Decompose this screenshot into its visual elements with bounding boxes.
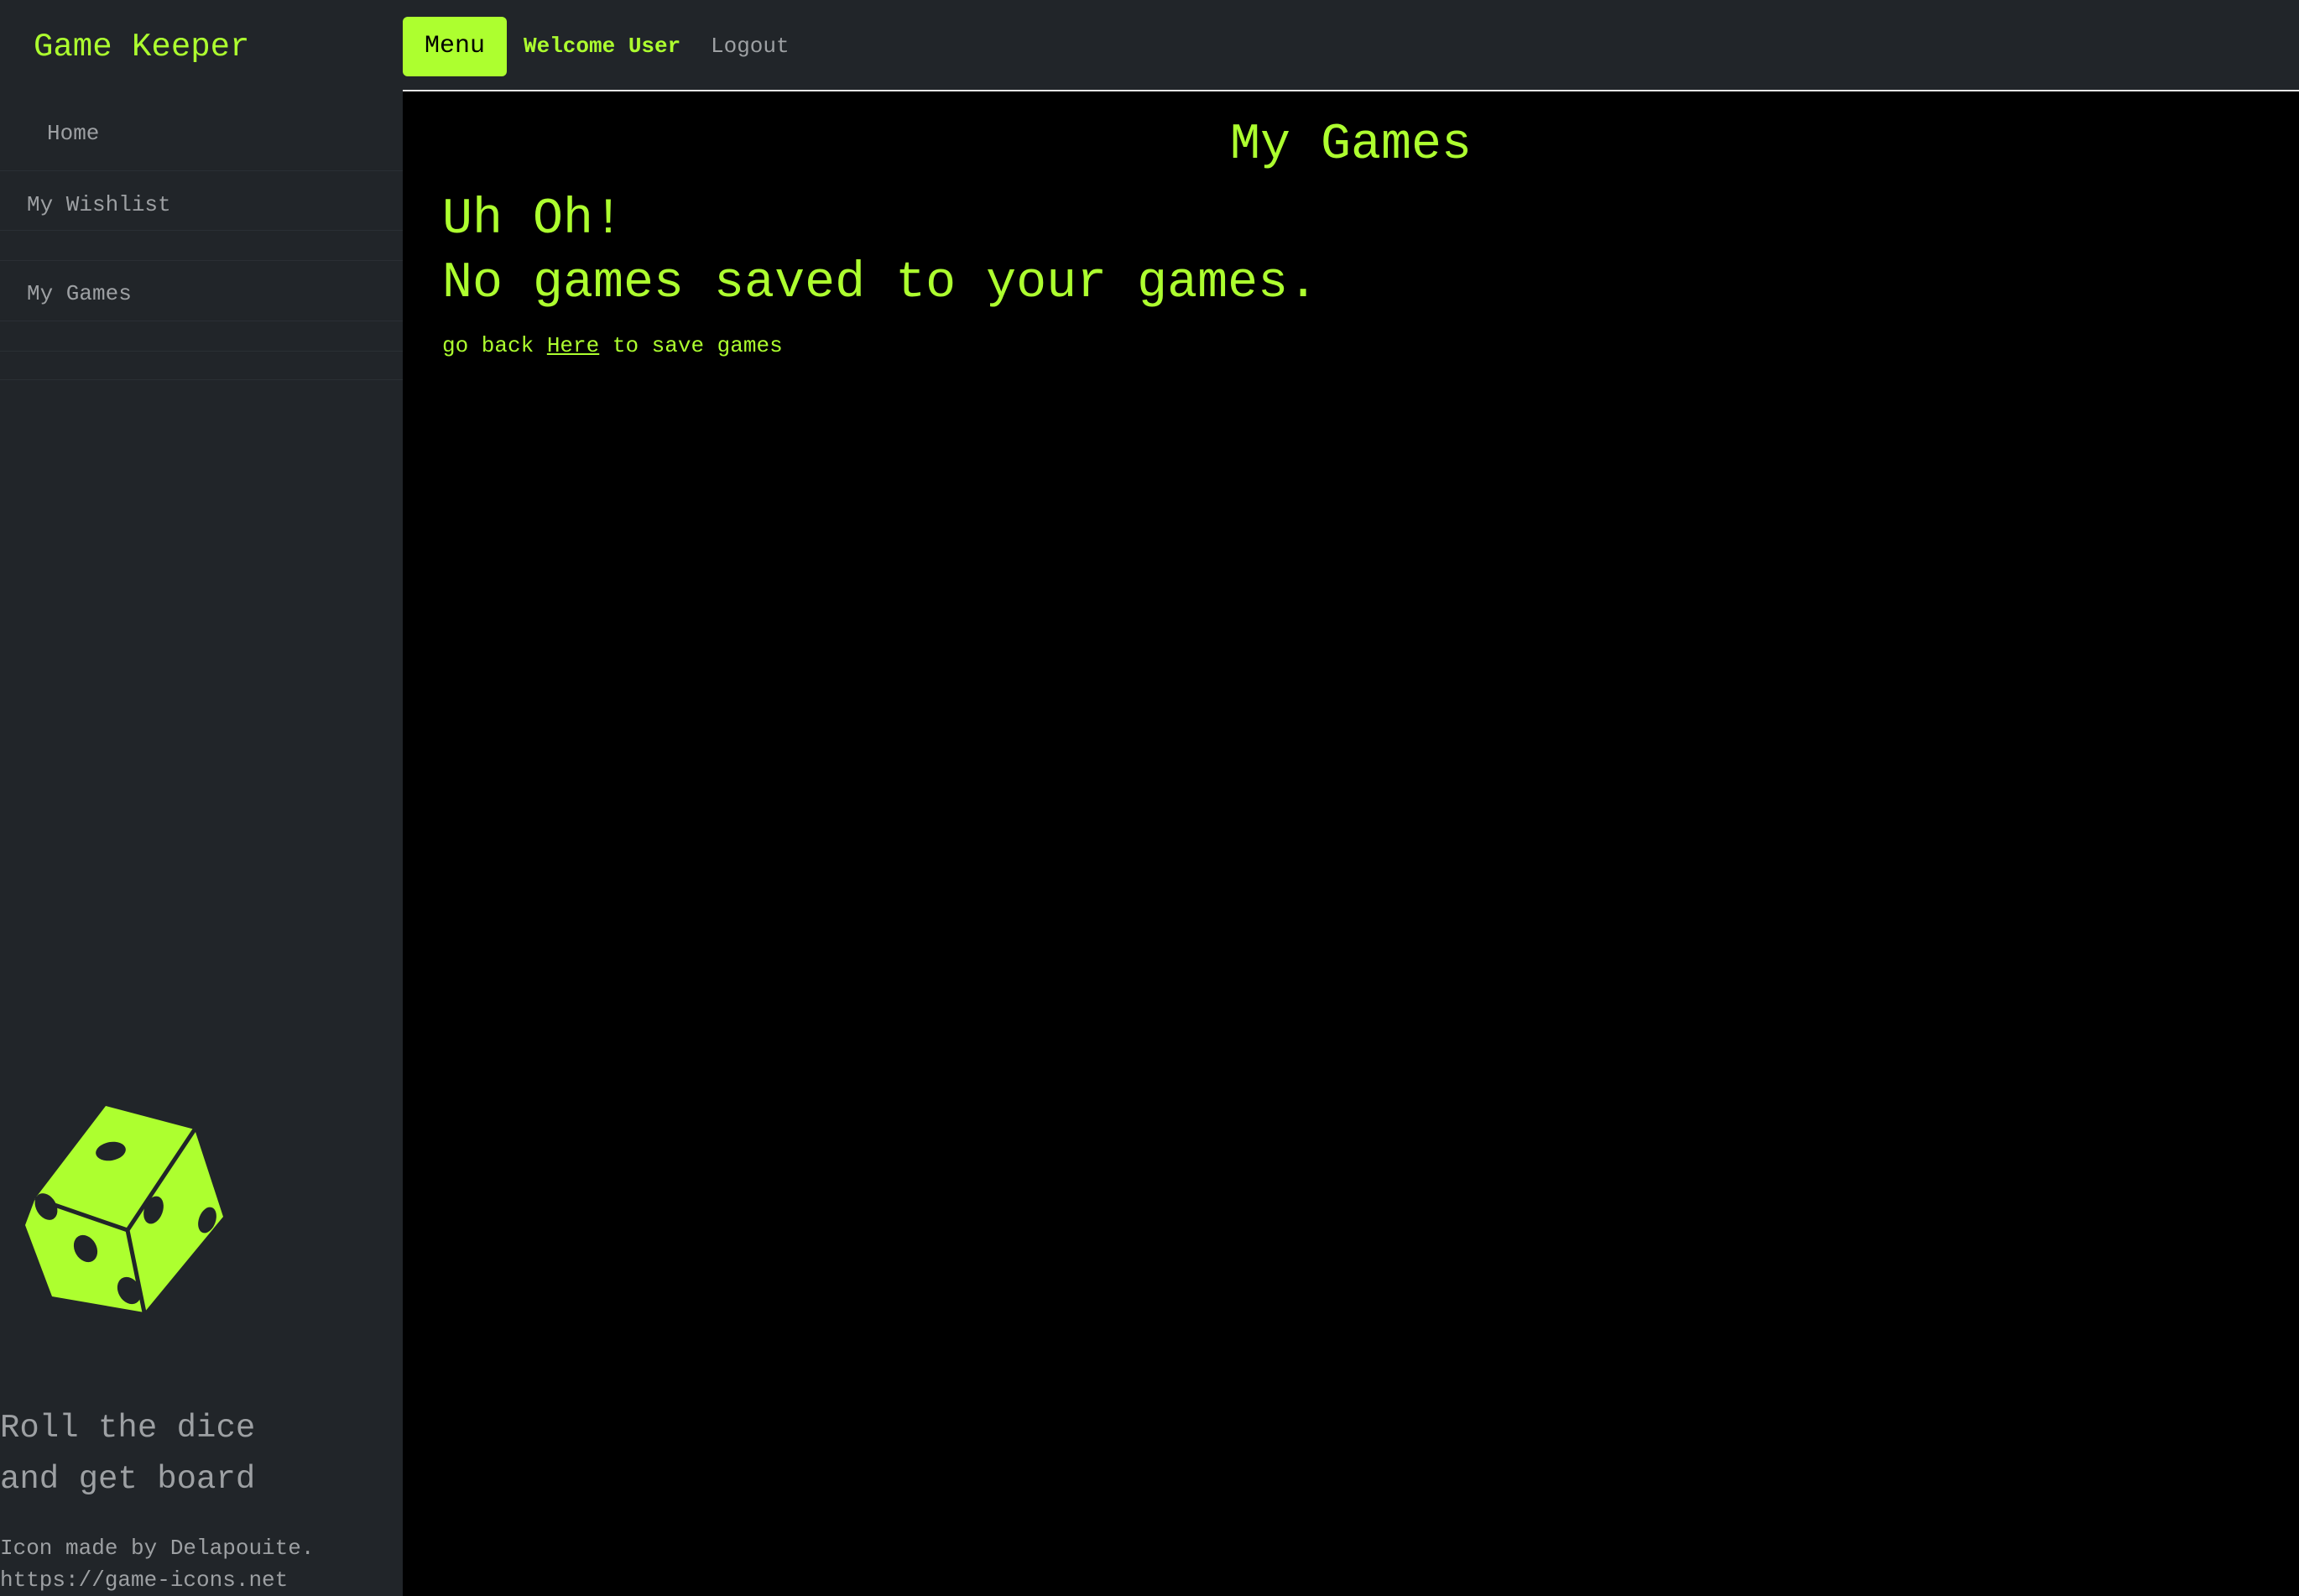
menu-button[interactable]: Menu [403,17,507,76]
credit-line: Icon made by Delapouite. [0,1536,315,1561]
credit-link[interactable]: https://game-icons.net [0,1564,314,1596]
divider [0,379,403,380]
divider [0,170,403,171]
page-title: My Games [1229,117,1473,174]
sidebar-item-my-wishlist[interactable]: My Wishlist [0,190,430,220]
empty-message: No games saved to your games. [442,255,1319,312]
icon-credit: Icon made by Delapouite. https://game-ic… [0,1532,314,1596]
back-prefix: go back [442,333,534,358]
here-link[interactable]: Here [547,333,599,358]
back-hint: go back Here to save games [442,331,783,361]
divider [0,351,403,352]
sidebar: Game Keeper Home My Wishlist My Games Ro… [0,0,403,1596]
empty-heading: Uh Oh! [442,191,624,248]
tagline: Roll the dice and get board [0,1403,255,1505]
brand-title[interactable]: Game Keeper [34,25,249,69]
sidebar-item-home[interactable]: Home [0,118,450,149]
top-navbar: Menu Welcome User Logout [403,0,2299,91]
dice-icon [18,1099,237,1317]
welcome-text: Welcome User [524,34,681,59]
tagline-line: and get board [0,1461,256,1498]
divider [0,230,403,231]
back-suffix: to save games [612,333,783,358]
tagline-line: Roll the dice [0,1410,256,1447]
sidebar-item-my-games[interactable]: My Games [0,279,430,309]
logout-link[interactable]: Logout [711,31,790,61]
divider [0,260,403,261]
